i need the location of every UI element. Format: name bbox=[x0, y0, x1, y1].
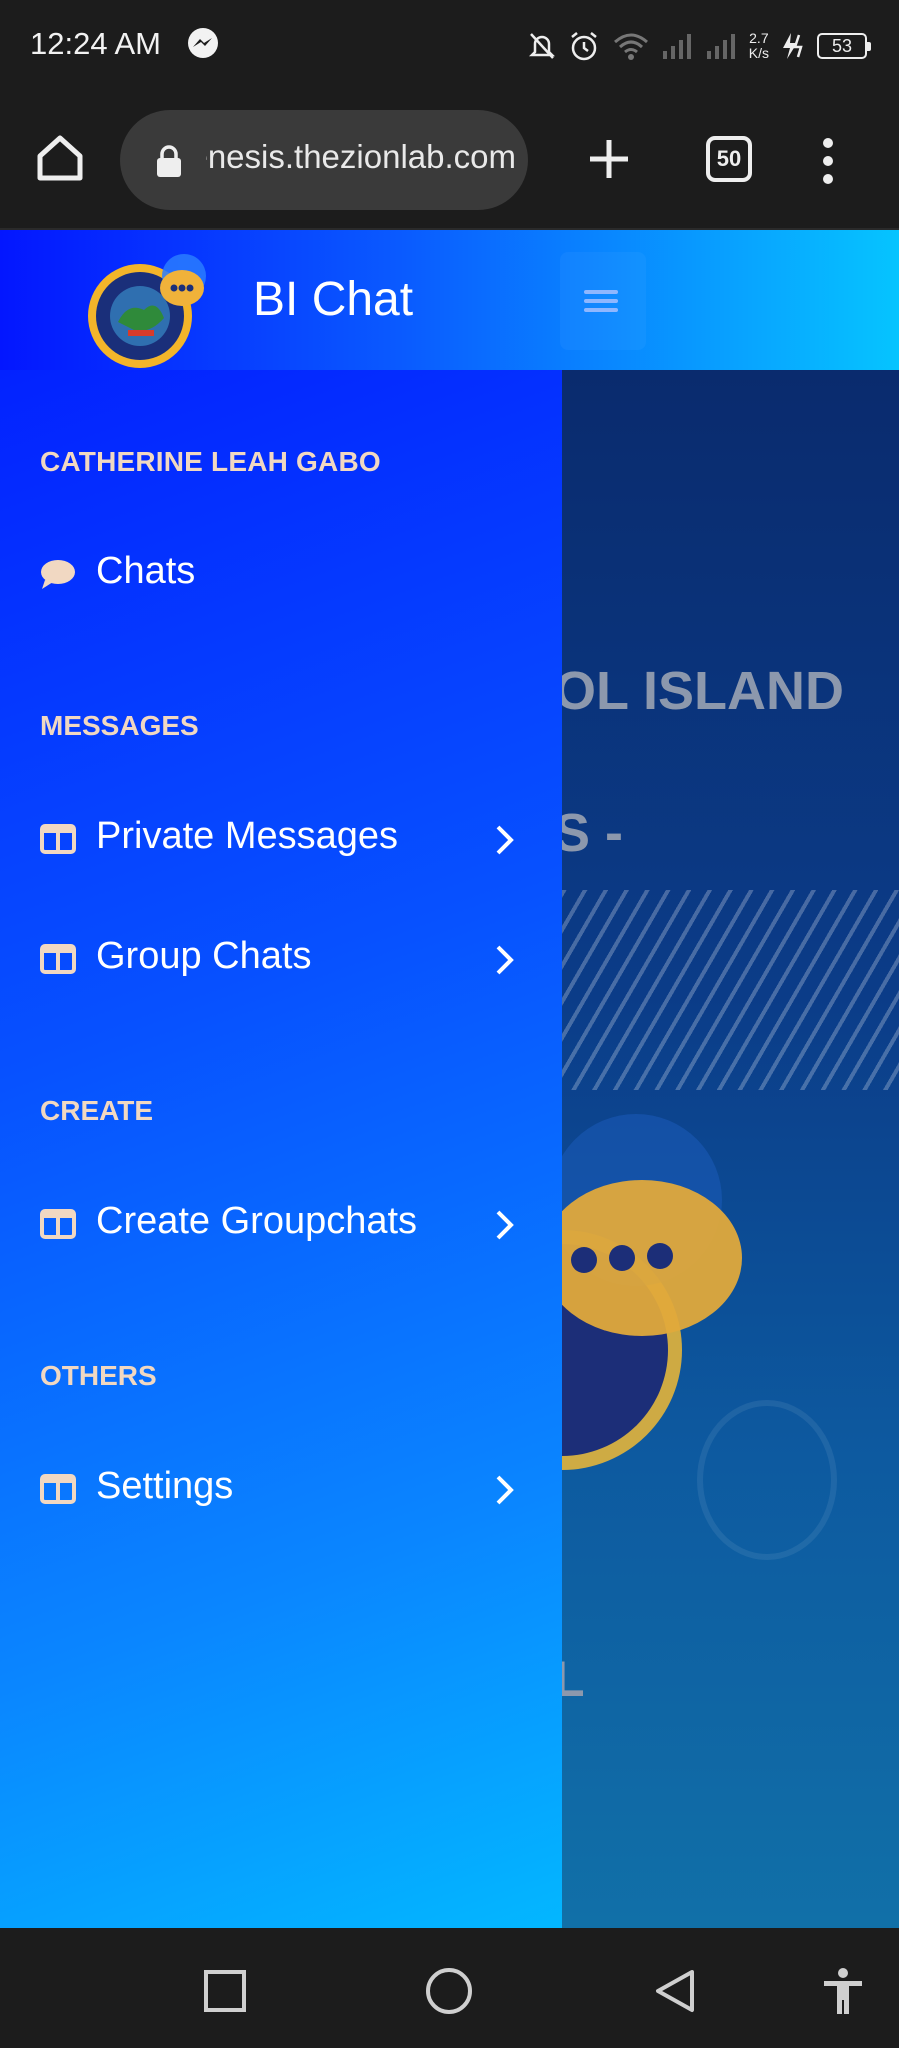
hero-text-line-2: S - bbox=[562, 803, 624, 863]
chevron-right-icon bbox=[496, 945, 514, 975]
wifi-icon bbox=[613, 33, 648, 60]
home-circle-icon[interactable] bbox=[424, 1966, 474, 2016]
sidebar-item-label: Chats bbox=[96, 550, 196, 592]
faint-seal-watermark bbox=[697, 1400, 837, 1560]
sidebar-user-name: CATHERINE LEAH GABO bbox=[40, 446, 381, 477]
chevron-right-icon bbox=[496, 825, 514, 855]
home-icon[interactable] bbox=[34, 132, 86, 184]
sidebar-item-label: Group Chats bbox=[96, 935, 312, 977]
app-header: BI Chat bbox=[0, 230, 899, 370]
net-speed-unit: K/s bbox=[748, 45, 769, 61]
hero-text-line-3: L bbox=[562, 1651, 585, 1707]
app-title: BI Chat bbox=[253, 273, 414, 326]
net-speed: 2.7 K/s bbox=[749, 31, 769, 61]
plus-icon[interactable] bbox=[586, 136, 632, 182]
section-label-messages: MESSAGES bbox=[40, 710, 199, 741]
sidebar-item-label: Private Messages bbox=[96, 815, 399, 857]
chat-bubble-icon bbox=[41, 560, 75, 589]
page-background-content: OL ISLAND S - L bbox=[562, 370, 899, 1928]
hero-text-line-1: OL ISLAND bbox=[562, 661, 845, 721]
url-text: genesis.thezionlab.com bbox=[206, 138, 516, 175]
signal-icon bbox=[706, 34, 735, 59]
status-icons: 2.7 K/s 53 bbox=[527, 26, 871, 66]
hamburger-icon[interactable] bbox=[560, 252, 646, 350]
columns-icon bbox=[40, 944, 76, 974]
browser-toolbar: genesis.thezionlab.com 50 bbox=[0, 92, 899, 230]
columns-icon bbox=[40, 1209, 76, 1239]
charging-icon bbox=[783, 33, 803, 59]
chevron-right-icon bbox=[496, 1210, 514, 1240]
bell-off-icon bbox=[528, 33, 555, 59]
background-stripes bbox=[562, 890, 899, 1090]
sidebar-item-chats[interactable]: Chats bbox=[0, 534, 562, 614]
sidebar-item-private-messages[interactable]: Private Messages bbox=[0, 799, 562, 879]
url-bar[interactable]: genesis.thezionlab.com bbox=[120, 110, 528, 210]
battery-icon: 53 bbox=[817, 33, 871, 59]
more-vert-icon[interactable] bbox=[818, 136, 838, 186]
section-label-others: OTHERS bbox=[40, 1360, 157, 1391]
signal-icon bbox=[662, 34, 691, 59]
sidebar-item-group-chats[interactable]: Group Chats bbox=[0, 919, 562, 999]
columns-icon bbox=[40, 824, 76, 854]
lock-icon bbox=[157, 145, 181, 177]
chevron-right-icon bbox=[496, 1475, 514, 1505]
columns-icon bbox=[40, 1474, 76, 1504]
back-triangle-icon[interactable] bbox=[650, 1966, 700, 2016]
clock: 12:24 AM bbox=[30, 26, 161, 61]
sidebar-item-create-groupchats[interactable]: Create Groupchats bbox=[0, 1184, 562, 1264]
logo-seal[interactable] bbox=[84, 248, 224, 368]
accessibility-icon[interactable] bbox=[818, 1966, 868, 2016]
section-label-create: CREATE bbox=[40, 1095, 154, 1126]
tabs-icon[interactable]: 50 bbox=[706, 136, 752, 182]
net-speed-value: 2.7 bbox=[749, 30, 769, 46]
alarm-icon bbox=[570, 32, 597, 61]
system-nav-bar bbox=[0, 1928, 899, 2048]
sidebar-item-label: Settings bbox=[96, 1465, 234, 1507]
messenger-icon bbox=[188, 28, 218, 58]
sidebar-item-label: Create Groupchats bbox=[96, 1200, 418, 1242]
recents-square-icon[interactable] bbox=[200, 1966, 250, 2016]
sidebar-item-settings[interactable]: Settings bbox=[0, 1449, 562, 1529]
status-bar: 12:24 AM 2.7 K/s 53 bbox=[0, 0, 899, 92]
sidebar: CATHERINE LEAH GABO Chats MESSAGES Priva… bbox=[0, 370, 562, 1928]
